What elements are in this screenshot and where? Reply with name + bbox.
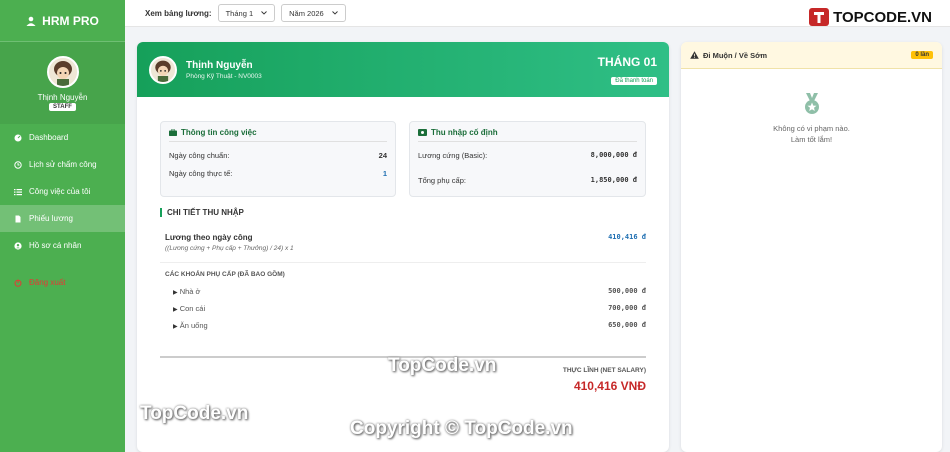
allowance-row: ▶ Con cái 700,000 đ <box>165 304 646 313</box>
payslip-header: Thịnh Nguyễn Phòng Kỹ Thuật - NV0003 THÁ… <box>137 42 669 97</box>
sidebar-item-attendance-history[interactable]: Lịch sử chấm công <box>0 151 125 178</box>
logo-mark-icon <box>809 8 830 26</box>
sidebar-item-label: Dashboard <box>29 133 69 142</box>
std-days-value: 24 <box>378 151 387 160</box>
actual-days-label: Ngày công thực tế: <box>169 169 233 178</box>
sidebar-item-logout[interactable]: Đăng xuất <box>0 269 125 296</box>
app-title: HRM PRO <box>42 13 99 28</box>
chevron-down-icon <box>331 11 338 15</box>
fixed-income-title: Thu nhập cố định <box>418 128 637 142</box>
filter-label: Xem bảng lương: <box>145 8 212 18</box>
month-title: THÁNG 01 <box>597 55 657 69</box>
net-salary-value: 410,416 VNĐ <box>573 379 646 393</box>
status-badge: Đã thanh toán <box>611 77 657 85</box>
allowance-label: Ăn uống <box>179 321 208 330</box>
net-salary-label: THỰC LĨNH (NET SALARY) <box>562 367 646 374</box>
salary-label: Lương theo ngày công <box>165 233 253 242</box>
basic-salary-value: 8,000,000 đ <box>590 151 637 159</box>
payslip-icon <box>15 215 21 222</box>
allowances-section: CÁC KHOẢN PHỤ CẤP (ĐÃ BAO GỒM) ▶ Nhà ở 5… <box>165 271 646 330</box>
user-name: Thịnh Nguyễn <box>37 92 88 102</box>
month-select[interactable]: Tháng 1 <box>217 4 276 22</box>
caret-right-icon: ▶ <box>173 324 178 330</box>
work-info-title: Thông tin công việc <box>169 128 387 142</box>
allowance-total-row: Tổng phụ cấp: 1,850,000 đ <box>418 176 637 185</box>
allowance-label: Nhà ở <box>179 287 201 296</box>
employee-department: Phòng Kỹ Thuật - NV0003 <box>186 72 262 80</box>
employee-name: Thịnh Nguyễn <box>186 59 253 71</box>
allowance-value: 650,000 đ <box>608 321 646 329</box>
payslip-card: Thịnh Nguyễn Phòng Kỹ Thuật - NV0003 THÁ… <box>137 42 669 452</box>
violations-empty-line1: Không có vi phạm nào. <box>773 124 850 133</box>
salary-value: 410,416 đ <box>608 233 646 241</box>
allowance-value: 500,000 đ <box>608 287 646 295</box>
sidebar-item-payslip[interactable]: Phiếu lương <box>0 205 125 232</box>
sidebar-menu: Dashboard Lịch sử chấm công Công việc củ… <box>0 124 125 296</box>
payslip-month: THÁNG 01 Đã thanh toán <box>598 55 657 87</box>
sidebar-item-dashboard[interactable]: Dashboard <box>0 124 125 151</box>
avatar <box>46 55 79 88</box>
history-icon <box>14 160 22 169</box>
salary-formula: ((Lương cứng + Phụ cấp + Thưởng) / 24) x… <box>165 245 294 252</box>
salary-by-days: Lương theo ngày công 410,416 đ ((Lương c… <box>165 233 646 252</box>
sidebar: HRM PRO Thịnh Nguyễn STAFF Dashboard Lịc… <box>0 0 125 452</box>
allowance-value: 700,000 đ <box>608 304 646 312</box>
dashboard-icon <box>14 134 22 141</box>
tasks-icon <box>14 188 22 195</box>
sidebar-item-label: Công việc của tôi <box>29 187 91 196</box>
user-icon <box>26 16 36 26</box>
allowance-row: ▶ Ăn uống 650,000 đ <box>165 321 646 330</box>
sidebar-item-profile[interactable]: Hồ sơ cá nhân <box>0 232 125 259</box>
money-icon <box>418 129 427 136</box>
violations-empty-line2: Làm tốt lắm! <box>790 135 833 144</box>
fixed-income-box: Thu nhập cố định Lương cứng (Basic): 8,0… <box>409 121 646 197</box>
sidebar-item-label: Hồ sơ cá nhân <box>29 241 82 250</box>
basic-salary-row: Lương cứng (Basic): 8,000,000 đ <box>418 151 637 160</box>
sidebar-item-label: Phiếu lương <box>29 214 73 223</box>
caret-right-icon: ▶ <box>173 290 178 296</box>
net-divider <box>160 356 646 358</box>
sidebar-item-my-tasks[interactable]: Công việc của tôi <box>0 178 125 205</box>
month-select-value: Tháng 1 <box>225 8 254 18</box>
std-days-row: Ngày công chuẩn: 24 <box>169 151 387 160</box>
violations-title: Đi Muộn / Về Sớm <box>703 50 768 60</box>
year-select[interactable]: Năm 2026 <box>281 4 346 22</box>
income-detail-title: CHI TIẾT THU NHẬP <box>160 208 244 217</box>
actual-days-value: 1 <box>382 169 387 178</box>
allowance-row: ▶ Nhà ở 500,000 đ <box>165 287 646 296</box>
allowance-total-label: Tổng phụ cấp: <box>418 176 466 185</box>
basic-salary-label: Lương cứng (Basic): <box>418 151 488 160</box>
violations-count-badge: 0 lần <box>911 51 933 59</box>
allowance-label: Con cái <box>179 304 206 313</box>
violations-header: Đi Muộn / Về Sớm 0 lần <box>681 42 942 69</box>
caret-right-icon: ▶ <box>173 307 178 313</box>
chevron-down-icon <box>261 11 267 15</box>
violations-empty: Không có vi phạm nào. Làm tốt lắm! <box>681 93 942 144</box>
topcode-logo: TOPCODE.VN <box>808 6 932 28</box>
actual-days-row: Ngày công thực tế: 1 <box>169 169 387 178</box>
user-profile-box: Thịnh Nguyễn STAFF <box>0 42 125 124</box>
profile-icon <box>14 241 22 250</box>
allowances-title: CÁC KHOẢN PHỤ CẤP (ĐÃ BAO GỒM) <box>165 271 285 278</box>
logo-text: TOPCODE.VN <box>833 8 932 26</box>
sidebar-item-label: Đăng xuất <box>29 278 66 287</box>
violations-panel: Đi Muộn / Về Sớm 0 lần Không có vi phạm … <box>681 42 942 452</box>
work-info-box: Thông tin công việc Ngày công chuẩn: 24 … <box>160 121 396 197</box>
warning-icon <box>690 51 699 59</box>
logout-icon <box>14 279 22 287</box>
std-days-label: Ngày công chuẩn: <box>169 151 230 160</box>
allowance-total-value: 1,850,000 đ <box>590 176 637 184</box>
employee-avatar <box>149 55 177 84</box>
net-salary: THỰC LĨNH (NET SALARY) 410,416 VNĐ <box>563 367 646 393</box>
brand[interactable]: HRM PRO <box>0 0 125 42</box>
role-badge: STAFF <box>49 102 76 111</box>
briefcase-icon <box>169 129 177 136</box>
sidebar-item-label: Lịch sử chấm công <box>29 160 97 169</box>
medal-icon <box>804 93 819 114</box>
year-select-value: Năm 2026 <box>289 8 324 18</box>
divider <box>160 262 646 263</box>
